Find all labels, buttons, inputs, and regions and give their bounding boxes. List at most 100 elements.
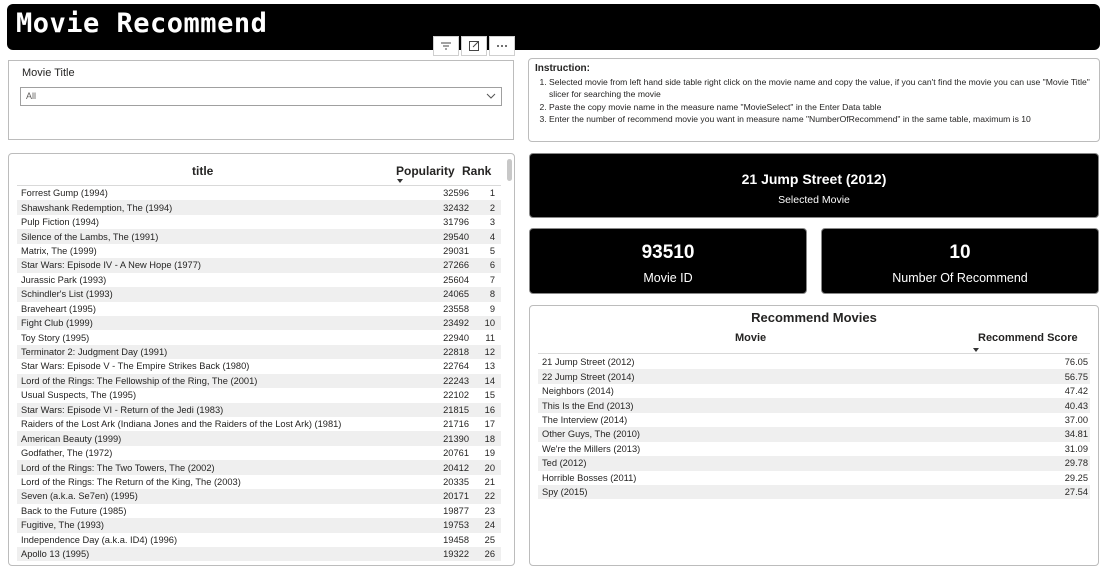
table-row[interactable]: 21 Jump Street (2012) 76.05: [538, 355, 1090, 369]
column-header-movie[interactable]: Movie: [735, 332, 766, 344]
cell-score: 34.81: [1064, 429, 1088, 440]
cell-popularity: 22764: [443, 361, 469, 372]
table-row[interactable]: Lord of the Rings: The Return of the Kin…: [17, 475, 501, 489]
table-row[interactable]: Horrible Bosses (2011) 29.25: [538, 471, 1090, 485]
cell-popularity: 21716: [443, 419, 469, 430]
column-header-score[interactable]: Recommend Score: [978, 332, 1078, 344]
movie-table: title Popularity Rank Forrest Gump (1994…: [8, 153, 515, 566]
table-row[interactable]: Independence Day (a.k.a. ID4) (1996) 1945…: [17, 533, 501, 547]
table-row[interactable]: Seven (a.k.a. Se7en) (1995) 20171 22: [17, 489, 501, 504]
cell-title: Silence of the Lambs, The (1991): [21, 231, 159, 242]
cell-title: Usual Suspects, The (1995): [21, 390, 137, 401]
cell-popularity: 25604: [443, 274, 469, 285]
focus-mode-icon[interactable]: [461, 36, 487, 56]
table-row[interactable]: Jurassic Park (1993) 25604 7: [17, 273, 501, 287]
table-row[interactable]: American Beauty (1999) 21390 18: [17, 431, 501, 446]
cell-popularity: 19877: [443, 505, 469, 516]
table-row[interactable]: Fugitive, The (1993) 19753 24: [17, 518, 501, 533]
cell-movie: The Interview (2014): [542, 414, 628, 425]
table-row[interactable]: This Is the End (2013) 40.43: [538, 398, 1090, 413]
table-row[interactable]: Schindler's List (1993) 24065 8: [17, 287, 501, 302]
table-row[interactable]: Matrix, The (1999) 29031 5: [17, 244, 501, 258]
cell-rank: 8: [489, 289, 495, 300]
cell-title: Fight Club (1999): [21, 318, 93, 329]
selected-movie-value: 21 Jump Street (2012): [741, 171, 887, 187]
cell-popularity: 32432: [443, 202, 469, 213]
cell-popularity: 20335: [443, 476, 469, 487]
column-header-title[interactable]: title: [192, 164, 213, 178]
table-row[interactable]: Star Wars: Episode IV - A New Hope (1977…: [17, 258, 501, 273]
cell-rank: 1: [489, 188, 495, 199]
cell-movie: Spy (2015): [542, 487, 588, 498]
selected-movie-card: 21 Jump Street (2012) Selected Movie: [529, 153, 1099, 218]
cell-title: Braveheart (1995): [21, 303, 96, 314]
cell-popularity: 19753: [443, 520, 469, 531]
table-row[interactable]: Spy (2015) 27.54: [538, 484, 1090, 500]
column-header-popularity[interactable]: Popularity: [396, 164, 455, 178]
cell-title: Seven (a.k.a. Se7en) (1995): [21, 491, 138, 502]
table-row[interactable]: Ted (2012) 29.78: [538, 456, 1090, 471]
cell-rank: 7: [489, 274, 495, 285]
table-row[interactable]: 22 Jump Street (2014) 56.75: [538, 369, 1090, 384]
table-row[interactable]: Neighbors (2014) 47.42: [538, 384, 1090, 398]
cell-popularity: 22940: [443, 332, 469, 343]
table-row[interactable]: Back to the Future (1985) 19877 23: [17, 504, 501, 518]
report-title: Movie Recommend: [16, 8, 268, 39]
movie-id-value: 93510: [641, 242, 695, 263]
table-row[interactable]: Star Wars: Episode V - The Empire Strike…: [17, 359, 501, 373]
cell-score: 31.09: [1064, 443, 1088, 454]
table-row[interactable]: Raiders of the Lost Ark (Indiana Jones a…: [17, 417, 501, 431]
table-row[interactable]: The Interview (2014) 37.00: [538, 413, 1090, 427]
cell-title: Lord of the Rings: The Return of the Kin…: [21, 476, 241, 487]
cell-score: 37.00: [1064, 414, 1088, 425]
table-row[interactable]: Apollo 13 (1995) 19322 26: [17, 546, 501, 562]
table-row[interactable]: Usual Suspects, The (1995) 22102 15: [17, 388, 501, 402]
filter-icon[interactable]: [433, 36, 459, 56]
cell-title: Shawshank Redemption, The (1994): [21, 202, 173, 213]
table-row[interactable]: Godfather, The (1972) 20761 19: [17, 446, 501, 460]
sort-descending-icon: [397, 179, 403, 183]
table-scrollbar[interactable]: [507, 159, 512, 181]
column-header-rank[interactable]: Rank: [462, 164, 491, 178]
table-row[interactable]: Terminator 2: Judgment Day (1991) 22818 12: [17, 344, 501, 360]
num-recommend-value: 10: [949, 242, 971, 263]
cell-popularity: 21815: [443, 404, 469, 415]
table-row[interactable]: Toy Story (1995) 22940 11: [17, 330, 501, 344]
table-row[interactable]: We're the Millers (2013) 31.09: [538, 442, 1090, 456]
cell-rank: 5: [489, 245, 495, 256]
cell-rank: 14: [484, 375, 495, 386]
cell-popularity: 21390: [443, 433, 469, 444]
cell-movie: This Is the End (2013): [542, 400, 634, 411]
cell-rank: 4: [489, 231, 495, 242]
cell-rank: 21: [484, 476, 495, 487]
table-row[interactable]: Other Guys, The (2010) 34.81: [538, 427, 1090, 442]
cell-rank: 12: [484, 347, 495, 358]
table-row[interactable]: Pulp Fiction (1994) 31796 3: [17, 215, 501, 229]
instruction-box: Instruction: Selected movie from left ha…: [528, 58, 1100, 142]
table-row[interactable]: Braveheart (1995) 23558 9: [17, 302, 501, 316]
table-row[interactable]: Lord of the Rings: The Two Towers, The (…: [17, 460, 501, 475]
more-options-icon[interactable]: [489, 36, 515, 56]
table-row[interactable]: Lord of the Rings: The Fellowship of the…: [17, 373, 501, 389]
table-row[interactable]: Silence of the Lambs, The (1991) 29540 4: [17, 229, 501, 244]
visual-header: [433, 36, 515, 56]
table-row[interactable]: Forrest Gump (1994) 32596 1: [17, 186, 501, 200]
cell-title: American Beauty (1999): [21, 433, 122, 444]
cell-popularity: 20412: [443, 462, 469, 473]
table-row[interactable]: Star Wars: Episode VI - Return of the Je…: [17, 402, 501, 417]
cell-title: Toy Story (1995): [21, 332, 90, 343]
cell-title: Godfather, The (1972): [21, 448, 113, 459]
table-row[interactable]: Fight Club (1999) 23492 10: [17, 315, 501, 331]
instruction-list: Selected movie from left hand side table…: [549, 76, 1093, 126]
cell-movie: We're the Millers (2013): [542, 443, 641, 454]
table-row[interactable]: Shawshank Redemption, The (1994) 32432 2: [17, 200, 501, 215]
cell-score: 40.43: [1064, 400, 1088, 411]
cell-title: Forrest Gump (1994): [21, 188, 108, 199]
slicer-dropdown[interactable]: All: [20, 87, 502, 106]
cell-rank: 19: [484, 448, 495, 459]
cell-rank: 9: [489, 303, 495, 314]
instruction-heading: Instruction:: [535, 63, 590, 74]
cell-title: Star Wars: Episode VI - Return of the Je…: [21, 404, 224, 415]
cell-popularity: 29540: [443, 231, 469, 242]
cell-rank: 18: [484, 433, 495, 444]
